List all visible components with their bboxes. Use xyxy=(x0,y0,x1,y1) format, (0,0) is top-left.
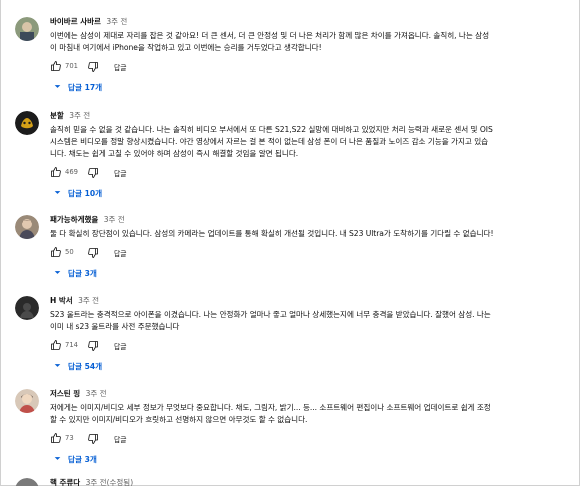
comment-body: 패가능하게했을 3주 전 둘 다 확실히 장단점이 있습니다. 삼성의 카메라는… xyxy=(50,215,575,281)
comment-header: 패가능하게했을 3주 전 xyxy=(50,215,575,225)
comment-text-line: 솔직히 믿을 수 없을 것 같습니다. 나는 솔직히 비디오 부서에서 또 다른… xyxy=(50,125,493,134)
comment-text-line: 할 수 있지만 이미지/비디오가 흐릿하고 선명하지 않으면 아무것도 할 수 … xyxy=(50,415,308,424)
comment-header: 핵 주류다 3주 전(수정됨) xyxy=(50,478,575,486)
view-replies-button[interactable]: 답글 10개 xyxy=(50,187,575,201)
reply-button[interactable]: 답글 xyxy=(114,248,127,258)
avatar[interactable] xyxy=(15,17,39,41)
avatar[interactable] xyxy=(15,111,39,135)
thumbs-up-icon[interactable] xyxy=(50,60,62,72)
comment-actions: 714 답글 xyxy=(50,339,575,353)
chevron-down-icon xyxy=(54,269,61,276)
thumbs-down-icon[interactable] xyxy=(87,247,99,259)
view-replies-button[interactable]: 답글 3개 xyxy=(50,453,575,467)
comment-timestamp[interactable]: 3주 전 xyxy=(106,17,127,26)
comment-body: 저스틴 핑 3주 전 저에게는 이미지/비디오 세부 정보가 무엇보다 중요합니… xyxy=(50,389,575,467)
view-replies-label: 답글 10개 xyxy=(68,189,103,198)
comment-text-line: 이미 내 s23 울트라를 사전 주문했습니다 xyxy=(50,322,180,331)
thumbs-down-icon[interactable] xyxy=(87,340,99,352)
comment-text: 이번에는 삼성이 제대로 자리를 잡은 것 같아요! 더 큰 센서, 더 큰 안… xyxy=(50,30,575,54)
comment-text: S23 울트라는 충격적으로 아이폰을 이겼습니다. 나는 안정화가 얼마나 좋… xyxy=(50,309,575,333)
thumbs-up-icon[interactable] xyxy=(50,432,62,444)
avatar[interactable] xyxy=(15,478,39,486)
thumbs-down-icon[interactable] xyxy=(87,61,99,73)
like-count: 469 xyxy=(65,168,78,176)
comment-timestamp[interactable]: 3주 전 xyxy=(104,215,125,224)
view-replies-label: 답글 17개 xyxy=(68,83,103,92)
comment-text-line: S23 울트라는 충격적으로 아이폰을 이겼습니다. 나는 안정화가 얼마나 좋… xyxy=(50,310,491,319)
comment-text-line: 둘 다 확실히 장단점이 있습니다. 삼성의 카메라는 업데이트를 통해 확실히… xyxy=(50,229,494,238)
view-replies-button[interactable]: 답글 3개 xyxy=(50,267,575,281)
comment-author[interactable]: 분할 xyxy=(50,111,64,120)
comment-author[interactable]: H 박서 xyxy=(50,296,73,305)
comment-author[interactable]: 패가능하게했을 xyxy=(50,215,98,224)
comment-text-line: 시스템은 비디오를 정말 향상시켰습니다. 야간 영상에서 자르는 걸 본 적이… xyxy=(50,137,489,146)
comment-header: 바이바르 사바르 3주 전 xyxy=(50,17,575,27)
comment-author[interactable]: 바이바르 사바르 xyxy=(50,17,101,26)
reply-button[interactable]: 답글 xyxy=(114,168,127,178)
comment-timestamp[interactable]: 3주 전 xyxy=(69,111,90,120)
like-count: 73 xyxy=(65,434,74,442)
view-replies-label: 답글 3개 xyxy=(68,269,97,278)
chevron-down-icon xyxy=(54,362,61,369)
view-replies-button[interactable]: 답글 54개 xyxy=(50,360,575,374)
comment-body: 바이바르 사바르 3주 전 이번에는 삼성이 제대로 자리를 잡은 것 같아요!… xyxy=(50,17,575,95)
window-frame-left xyxy=(0,0,1,486)
thumbs-up-icon[interactable] xyxy=(50,339,62,351)
view-replies-label: 답글 3개 xyxy=(68,455,97,464)
comment-actions: 73 답글 xyxy=(50,432,575,446)
comment-text-line: 이번에는 삼성이 제대로 자리를 잡은 것 같아요! 더 큰 센서, 더 큰 안… xyxy=(50,31,490,40)
comment-timestamp[interactable]: 3주 전(수정됨) xyxy=(86,478,134,486)
comment-header: H 박서 3주 전 xyxy=(50,296,575,306)
comment-actions: 50 답글 xyxy=(50,246,575,260)
comment-text-line: 이 마침내 여기에서 iPhone을 작업하고 있고 이번에는 승리를 거두었다… xyxy=(50,43,322,52)
comment-author[interactable]: 핵 주류다 xyxy=(50,478,80,486)
comment-body: 분할 3주 전 솔직히 믿을 수 없을 것 같습니다. 나는 솔직히 비디오 부… xyxy=(50,111,575,201)
comment-timestamp[interactable]: 3주 전 xyxy=(78,296,99,305)
thumbs-down-icon[interactable] xyxy=(87,167,99,179)
view-replies-label: 답글 54개 xyxy=(68,362,103,371)
comment-body: 핵 주류다 3주 전(수정됨) xyxy=(50,478,575,486)
reply-button[interactable]: 답글 xyxy=(114,62,127,72)
chevron-down-icon xyxy=(54,83,61,90)
thumbs-up-icon[interactable] xyxy=(50,246,62,258)
reply-button[interactable]: 답글 xyxy=(114,341,127,351)
comment-text: 솔직히 믿을 수 없을 것 같습니다. 나는 솔직히 비디오 부서에서 또 다른… xyxy=(50,124,575,160)
comment-actions: 701 답글 xyxy=(50,60,575,74)
comment-header: 분할 3주 전 xyxy=(50,111,575,121)
comment-text-line: 니다. 채도는 쉽게 고칠 수 있어야 하며 삼성이 즉시 해결할 것임을 알면… xyxy=(50,149,299,158)
reply-button[interactable]: 답글 xyxy=(114,434,127,444)
comment-actions: 469 답글 xyxy=(50,166,575,180)
avatar[interactable] xyxy=(15,296,39,320)
thumbs-down-icon[interactable] xyxy=(87,433,99,445)
view-replies-button[interactable]: 답글 17개 xyxy=(50,81,575,95)
avatar[interactable] xyxy=(15,389,39,413)
like-count: 701 xyxy=(65,62,78,70)
chevron-down-icon xyxy=(54,455,61,462)
comment-author[interactable]: 저스틴 핑 xyxy=(50,389,80,398)
comment-body: H 박서 3주 전 S23 울트라는 충격적으로 아이폰을 이겼습니다. 나는 … xyxy=(50,296,575,374)
comment-text: 둘 다 확실히 장단점이 있습니다. 삼성의 카메라는 업데이트를 통해 확실히… xyxy=(50,228,575,240)
comment-text-line: 저에게는 이미지/비디오 세부 정보가 무엇보다 중요합니다. 채도, 그림자,… xyxy=(50,403,491,412)
comment-timestamp[interactable]: 3주 전 xyxy=(86,389,107,398)
chevron-down-icon xyxy=(54,189,61,196)
thumbs-up-icon[interactable] xyxy=(50,166,62,178)
like-count: 714 xyxy=(65,341,78,349)
comment-header: 저스틴 핑 3주 전 xyxy=(50,389,575,399)
like-count: 50 xyxy=(65,248,74,256)
avatar[interactable] xyxy=(15,215,39,239)
comment-text: 저에게는 이미지/비디오 세부 정보가 무엇보다 중요합니다. 채도, 그림자,… xyxy=(50,402,575,426)
